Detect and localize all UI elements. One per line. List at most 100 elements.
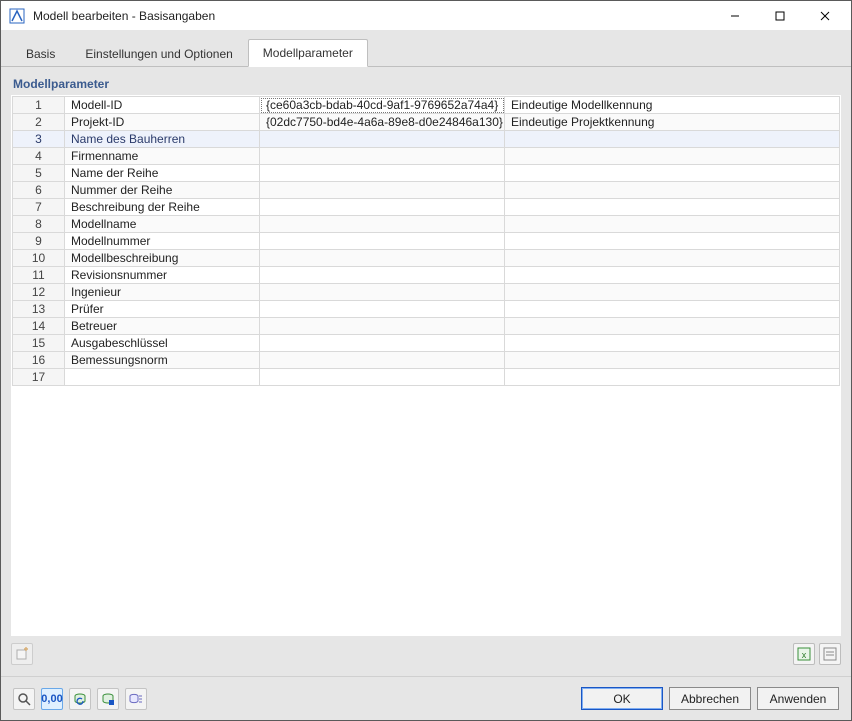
parameter-grid: 1Modell-ID{ce60a3cb-bdab-40cd-9af1-97696… [11, 95, 841, 636]
param-name: Firmenname [65, 148, 260, 165]
param-value[interactable]: {02dc7750-bd4e-4a6a-89e8-d0e24846a130} [260, 114, 505, 131]
param-description [505, 301, 840, 318]
param-name: Bemessungsnorm [65, 352, 260, 369]
param-row[interactable]: 3Name des Bauherren [13, 131, 840, 148]
param-description [505, 267, 840, 284]
row-number: 10 [13, 250, 65, 267]
param-row[interactable]: 10Modellbeschreibung [13, 250, 840, 267]
search-icon[interactable] [13, 688, 35, 710]
param-description [505, 318, 840, 335]
row-number: 6 [13, 182, 65, 199]
param-name: Name der Reihe [65, 165, 260, 182]
row-number: 1 [13, 97, 65, 114]
param-value[interactable] [260, 233, 505, 250]
titlebar: Modell bearbeiten - Basisangaben [1, 1, 851, 31]
row-number: 2 [13, 114, 65, 131]
row-number: 17 [13, 369, 65, 386]
param-row[interactable]: 17 [13, 369, 840, 386]
ok-button[interactable]: OK [581, 687, 663, 710]
param-row[interactable]: 14Betreuer [13, 318, 840, 335]
row-number: 9 [13, 233, 65, 250]
param-value[interactable] [260, 284, 505, 301]
param-name: Betreuer [65, 318, 260, 335]
param-value[interactable] [260, 369, 505, 386]
param-value[interactable] [260, 165, 505, 182]
param-name: Beschreibung der Reihe [65, 199, 260, 216]
param-row[interactable]: 4Firmenname [13, 148, 840, 165]
param-row[interactable]: 12Ingenieur [13, 284, 840, 301]
param-name: Modellnummer [65, 233, 260, 250]
db-list-icon[interactable] [125, 688, 147, 710]
param-name: Revisionsnummer [65, 267, 260, 284]
param-name: Modellname [65, 216, 260, 233]
db-refresh-icon[interactable] [69, 688, 91, 710]
param-value[interactable] [260, 148, 505, 165]
param-name: Prüfer [65, 301, 260, 318]
param-value[interactable] [260, 131, 505, 148]
param-name: Nummer der Reihe [65, 182, 260, 199]
db-save-icon[interactable] [97, 688, 119, 710]
param-value[interactable] [260, 267, 505, 284]
param-description [505, 233, 840, 250]
param-value[interactable] [260, 182, 505, 199]
param-value[interactable] [260, 352, 505, 369]
tab-basis[interactable]: Basis [11, 40, 70, 67]
param-description [505, 131, 840, 148]
param-value[interactable] [260, 216, 505, 233]
row-number: 3 [13, 131, 65, 148]
param-value[interactable] [260, 199, 505, 216]
tab-modellparameter[interactable]: Modellparameter [248, 39, 368, 67]
row-number: 13 [13, 301, 65, 318]
row-number: 5 [13, 165, 65, 182]
parameter-table[interactable]: 1Modell-ID{ce60a3cb-bdab-40cd-9af1-97696… [12, 96, 840, 386]
param-description [505, 216, 840, 233]
param-description [505, 250, 840, 267]
panel-title: Modellparameter [11, 75, 841, 95]
param-description [505, 165, 840, 182]
decimals-icon[interactable]: 0,00 [41, 688, 63, 710]
param-name: Modell-ID [65, 97, 260, 114]
param-description [505, 369, 840, 386]
param-row[interactable]: 6Nummer der Reihe [13, 182, 840, 199]
param-description: Eindeutige Modellkennung [505, 97, 840, 114]
param-row[interactable]: 7Beschreibung der Reihe [13, 199, 840, 216]
export-excel-button[interactable]: x [793, 643, 815, 665]
new-item-button[interactable] [11, 643, 33, 665]
param-value[interactable]: {ce60a3cb-bdab-40cd-9af1-9769652a74a4} [260, 97, 505, 114]
param-row[interactable]: 5Name der Reihe [13, 165, 840, 182]
row-number: 14 [13, 318, 65, 335]
param-row[interactable]: 15Ausgabeschlüssel [13, 335, 840, 352]
param-row[interactable]: 11Revisionsnummer [13, 267, 840, 284]
row-number: 11 [13, 267, 65, 284]
content-area: Modellparameter 1Modell-ID{ce60a3cb-bdab… [1, 67, 851, 676]
param-row[interactable]: 16Bemessungsnorm [13, 352, 840, 369]
maximize-button[interactable] [757, 2, 802, 30]
param-row[interactable]: 1Modell-ID{ce60a3cb-bdab-40cd-9af1-97696… [13, 97, 840, 114]
param-row[interactable]: 2Projekt-ID{02dc7750-bd4e-4a6a-89e8-d0e2… [13, 114, 840, 131]
param-value[interactable] [260, 250, 505, 267]
grid-empty-area [12, 386, 840, 635]
param-value[interactable] [260, 318, 505, 335]
param-value[interactable] [260, 335, 505, 352]
row-number: 4 [13, 148, 65, 165]
cancel-button[interactable]: Abbrechen [669, 687, 751, 710]
param-row[interactable]: 9Modellnummer [13, 233, 840, 250]
row-number: 16 [13, 352, 65, 369]
tab-einstellungen-und-optionen[interactable]: Einstellungen und Optionen [70, 40, 247, 67]
param-name: Projekt-ID [65, 114, 260, 131]
param-description [505, 148, 840, 165]
param-description [505, 335, 840, 352]
param-row[interactable]: 8Modellname [13, 216, 840, 233]
param-value[interactable] [260, 301, 505, 318]
apply-button[interactable]: Anwenden [757, 687, 839, 710]
row-number: 12 [13, 284, 65, 301]
export-other-button[interactable] [819, 643, 841, 665]
param-description [505, 199, 840, 216]
minimize-button[interactable] [712, 2, 757, 30]
dialog-buttonbar: 0,00 OK Abbrechen Anwenden [1, 676, 851, 720]
tabstrip: BasisEinstellungen und OptionenModellpar… [1, 31, 851, 67]
param-row[interactable]: 13Prüfer [13, 301, 840, 318]
param-description [505, 284, 840, 301]
close-button[interactable] [802, 2, 847, 30]
param-description [505, 352, 840, 369]
